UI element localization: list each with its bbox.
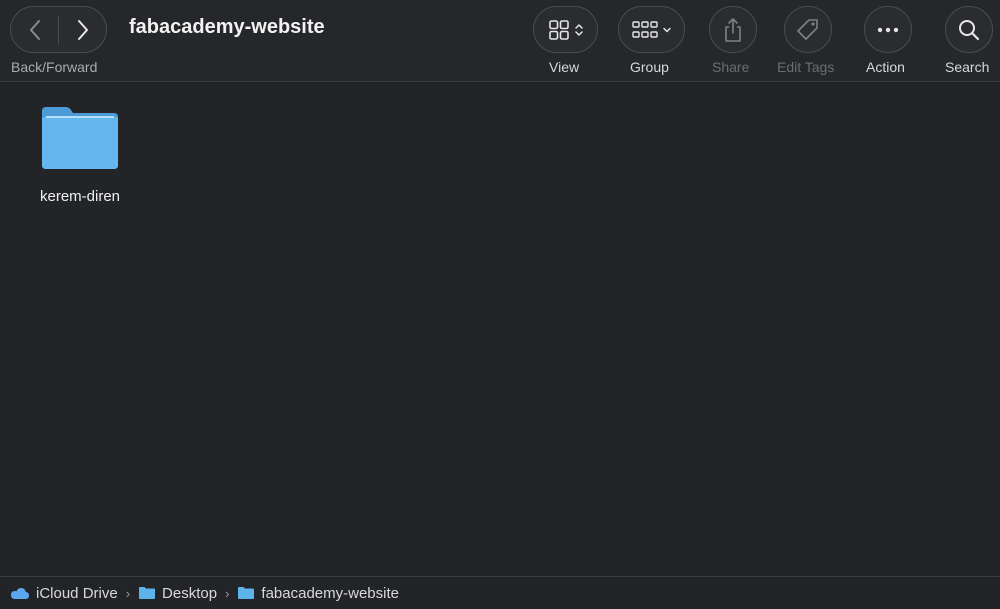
search-button[interactable] — [945, 6, 993, 53]
forward-button[interactable] — [59, 7, 106, 52]
back-forward-label: Back/Forward — [11, 59, 98, 75]
group-grid-icon — [631, 20, 658, 38]
chevron-right-icon — [77, 19, 88, 40]
crumb-label: iCloud Drive — [36, 584, 118, 602]
folder-name: kerem-diren — [39, 188, 121, 205]
back-button[interactable] — [11, 7, 58, 52]
edit-tags-label: Edit Tags — [777, 59, 835, 75]
folder-icon — [238, 587, 255, 599]
folder-item[interactable]: kerem-diren — [20, 105, 140, 205]
toolbar: Back/Forward fabacademy-website View Gro… — [0, 0, 1000, 82]
share-button[interactable] — [709, 6, 757, 53]
crumb-label: fabacademy-website — [261, 584, 399, 602]
chevron-down-icon — [662, 27, 671, 32]
search-icon — [959, 19, 980, 40]
share-icon — [725, 17, 741, 42]
crumb-label: Desktop — [162, 584, 218, 602]
chevron-left-icon — [29, 19, 40, 40]
edit-tags-button[interactable] — [784, 6, 832, 53]
folder-icon — [42, 107, 118, 169]
folder-icon — [139, 587, 156, 599]
window-title: fabacademy-website — [129, 16, 325, 38]
chevron-right-icon: › — [225, 585, 230, 601]
icon-grid-icon — [548, 19, 569, 40]
action-label: Action — [866, 59, 905, 75]
path-bar: iCloud Drive › Desktop › fabacademy-webs… — [0, 576, 1000, 609]
tag-icon — [797, 18, 818, 40]
action-button[interactable] — [864, 6, 912, 53]
chevron-right-icon: › — [125, 585, 131, 601]
group-label: Group — [630, 59, 669, 75]
view-label: View — [549, 59, 580, 75]
view-button[interactable] — [533, 6, 598, 53]
path-crumb-desktop[interactable]: Desktop — [138, 585, 217, 602]
path-crumb-fabacademy-website[interactable]: fabacademy-website — [237, 585, 399, 602]
path-crumb-icloud-drive[interactable]: iCloud Drive — [10, 585, 118, 602]
icloud-icon — [11, 588, 29, 599]
back-forward-control — [10, 6, 107, 53]
finder-window: Back/Forward fabacademy-website View Gro… — [0, 0, 1000, 609]
group-button[interactable] — [618, 6, 685, 53]
file-browser-content: kerem-diren — [0, 83, 1000, 575]
search-label: Search — [945, 59, 990, 75]
share-label: Share — [712, 59, 750, 75]
ellipsis-icon — [877, 27, 899, 32]
chevron-up-down-icon — [574, 23, 583, 36]
